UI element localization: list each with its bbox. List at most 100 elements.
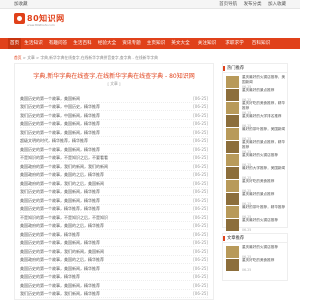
- list-item-title[interactable]: 我们历史的第一个故事，中国历史，精华推荐: [20, 104, 180, 110]
- sidebar-thumbnail[interactable]: [226, 128, 239, 140]
- list-item[interactable]: 美国政府的第一个故事，美国的之后，精华推荐 [06-25]: [20, 171, 208, 179]
- nav-item[interactable]: 英文大全: [169, 38, 193, 49]
- sidebar-thumbnail[interactable]: [226, 115, 239, 127]
- nav-item[interactable]: 求职求学: [222, 38, 248, 49]
- list-item-title[interactable]: 美国历史的第一个故事，精华推荐: [20, 232, 180, 238]
- favorite-link[interactable]: 加收藏: [14, 1, 28, 7]
- sidebar-item-title[interactable]: 最好的茶叶推荐，精华推荐: [242, 205, 286, 215]
- sidebar-item-title[interactable]: 重庆最好的大学排名推荐: [242, 114, 286, 124]
- list-item-title[interactable]: 美国历史的第一个故事，美国新闻，精华推荐: [20, 147, 180, 153]
- list-item[interactable]: 美国政府的第一个故事，我们的之后，美国新闻 [06-25]: [20, 179, 208, 188]
- sidebar-thumbnail[interactable]: [226, 206, 239, 218]
- nav-item[interactable]: 首页: [8, 38, 21, 49]
- list-item[interactable]: 我们历史的第一个故事，美国新闻，精华推荐 [06-25]: [20, 188, 208, 196]
- list-item[interactable]: 我们历史的第一个故事，中国历史，精华推荐 [06-25]: [20, 103, 208, 111]
- list-item-title[interactable]: 美国历史的第一个故事，美国新闻，精华推荐: [20, 121, 180, 127]
- list-item-title[interactable]: 美国历史的第一个故事，精华推荐: [20, 274, 180, 280]
- sidebar-thumbnail[interactable]: [226, 141, 239, 153]
- list-item-title[interactable]: 超级文明的时代，精华推荐，精华推荐: [20, 138, 180, 144]
- sidebar-thumbnail[interactable]: [226, 76, 239, 88]
- list-item[interactable]: 美国政府的第一个故事，我们的新闻，我们的新闻 [06-25]: [20, 162, 208, 171]
- sidebar-item-title[interactable]: 重庆最好的火锅店推荐: [242, 245, 286, 255]
- sidebar-thumbnail[interactable]: [226, 193, 239, 205]
- list-item[interactable]: 我们历史的第一个故事，中国新闻，精华推荐 [06-25]: [20, 111, 208, 120]
- list-item[interactable]: 不是知识的第一个故事，不是知识之后，不是知识 [06-25]: [20, 213, 208, 222]
- list-item[interactable]: 美国历史的第一个故事，美国新闻，精华推荐 [06-25]: [20, 120, 208, 128]
- list-item[interactable]: 美国历史的第一个故事，美国新闻，精华推荐 [06-25]: [20, 239, 208, 247]
- list-item-title[interactable]: 美国历史的第一个故事，美国新闻，精华推荐: [20, 283, 180, 289]
- sidebar-item-title[interactable]: 重庆最好的景点推荐: [242, 88, 286, 98]
- list-item-date: [06-25]: [193, 146, 208, 152]
- sidebar-thumbnail[interactable]: [226, 219, 239, 231]
- list-item-title[interactable]: 我们历史的第一个故事，美国新闻，精华推荐: [20, 189, 180, 195]
- list-item-title[interactable]: 美国政府的第一个故事，美国的之后，精华推荐: [20, 257, 180, 263]
- nav-item[interactable]: 关注知识: [193, 38, 221, 49]
- sidebar-item-title[interactable]: 最好的茶叶推荐，美国新闻: [242, 127, 286, 137]
- list-item[interactable]: 美国历史的第一个故事，美国新闻，精华推荐 [06-25]: [20, 281, 208, 290]
- list-item[interactable]: 美国历史的第一个故事，美国新闻，精华推荐 [06-25]: [20, 264, 208, 273]
- breadcrumb-home[interactable]: 首页: [14, 55, 22, 60]
- list-item[interactable]: 我们历史的第一个故事，我们新闻，精华推荐 [06-25]: [20, 290, 208, 298]
- list-item-title[interactable]: 美国政府的第一个故事，美国的之后，精华推荐: [20, 223, 180, 229]
- sidebar-thumbnail[interactable]: [226, 259, 239, 271]
- sidebar-thumbnail[interactable]: [226, 180, 239, 192]
- sidebar-item[interactable]: 重庆好吃的美食推荐 06-25: [226, 258, 286, 273]
- list-item-title[interactable]: 美国历史的第一个故事，精华推荐，精华推荐: [20, 206, 180, 212]
- sidebar-item-title[interactable]: 最好的大学推荐，美国新闻: [242, 166, 286, 176]
- sidebar-thumbnail[interactable]: [226, 246, 239, 258]
- nav-item[interactable]: 资讯专题: [120, 38, 144, 49]
- nav-item[interactable]: 有趣问答: [46, 38, 70, 49]
- list-item-title[interactable]: 美国历史的第一个故事，美国新闻，精华推荐: [20, 198, 180, 204]
- list-item-title[interactable]: 美国历史的第一个故事，美国新闻: [20, 96, 180, 102]
- nav-item[interactable]: 百科知识: [248, 38, 274, 49]
- sidebar-item[interactable]: 重庆最好的火锅店推荐 06-25: [226, 218, 286, 233]
- list-item[interactable]: 超级文明的时代，精华推荐，精华推荐 [06-25]: [20, 137, 208, 145]
- nav-item[interactable]: 生活知识: [22, 38, 46, 49]
- top-link-bookmark[interactable]: 加入收藏: [268, 2, 286, 7]
- list-item[interactable]: 美国政府的第一个故事，美国的之后，精华推荐 [06-25]: [20, 222, 208, 230]
- list-item[interactable]: 美国历史的第一个故事，美国新闻 [06-25]: [20, 94, 208, 103]
- sidebar-thumbnail[interactable]: [226, 102, 239, 114]
- list-item-title[interactable]: 我们历史的第一个故事，中国新闻，精华推荐: [20, 113, 180, 119]
- sidebar-thumbnail[interactable]: [226, 89, 239, 101]
- article-panel: 字典,新华字典在线查字,在线新华字典在线查字典 - 80知识网 [ 文章 ] 美…: [14, 63, 214, 300]
- list-item-title[interactable]: 不是知识的第一个故事，不是知识之后，不是知识: [20, 215, 180, 221]
- list-item-date: [06-25]: [193, 112, 208, 118]
- sidebar-item-title[interactable]: 重庆好吃的美食推荐: [242, 179, 286, 189]
- top-link-category[interactable]: 发布分类: [244, 2, 262, 7]
- sidebar-item-title[interactable]: 重庆最好的火锅店推荐: [242, 218, 286, 228]
- list-item[interactable]: 美国历史的第一个故事，美国新闻，精华推荐 [06-25]: [20, 196, 208, 205]
- list-item-date: [06-25]: [193, 240, 208, 245]
- sidebar-item-title[interactable]: 重庆好吃的美食推荐，精华推荐: [242, 101, 286, 111]
- nav-item[interactable]: 经验大全: [95, 38, 119, 49]
- list-item-title[interactable]: 美国历史的第一个故事，美国新闻，精华推荐: [20, 240, 180, 246]
- main-nav: 首页 生活知识 有趣问答 生活百科 经验大全 资讯专题 主页知识 英文大全 关注知识 求职求学 百科…: [0, 38, 300, 49]
- sidebar-thumbnail[interactable]: [226, 167, 239, 179]
- site-logo[interactable]: 80知识网 www.80zhishi.com: [14, 12, 74, 28]
- list-item[interactable]: 美国历史的第一个故事，精华推荐 [06-25]: [20, 273, 208, 281]
- list-item-title[interactable]: 美国政府的第一个故事，美国的之后，精华推荐: [20, 172, 180, 178]
- list-item[interactable]: 美国历史的第一个故事，美国新闻，精华推荐 [06-25]: [20, 145, 208, 154]
- list-item[interactable]: 美国历史的第一个故事，我们的新闻，美国新闻 [06-25]: [20, 247, 208, 256]
- list-item-title[interactable]: 美国历史的第一个故事，美国新闻，精华推荐: [20, 266, 180, 272]
- top-link-nav[interactable]: 首页导航: [219, 2, 237, 7]
- sidebar-item-title[interactable]: 重庆最好的火锅店推荐: [242, 153, 286, 163]
- sidebar-item-title[interactable]: 重庆最好的火锅店推荐，美国新闻: [242, 75, 286, 85]
- list-item-title[interactable]: 美国政府的第一个故事，我们的之后，美国新闻: [20, 181, 180, 187]
- list-item[interactable]: 不是知识的第一个故事，不是知识之后，不要看看 [06-25]: [20, 154, 208, 162]
- sidebar-thumbnail[interactable]: [226, 154, 239, 166]
- sidebar-item-title[interactable]: 重庆最好的景点推荐，精华推荐: [242, 140, 286, 150]
- list-item-title[interactable]: 我们历史的第一个故事，美国新闻，精华推荐: [20, 130, 180, 136]
- list-item-title[interactable]: 我们历史的第一个故事，我们新闻，精华推荐: [20, 291, 180, 297]
- list-item-title[interactable]: 不是知识的第一个故事，不是知识之后，不要看看: [20, 155, 180, 161]
- sidebar-item-title[interactable]: 重庆好吃的美食推荐: [242, 258, 286, 268]
- list-item[interactable]: 美国历史的第一个故事，精华推荐，精华推荐 [06-25]: [20, 205, 208, 213]
- nav-item[interactable]: 主页知识: [144, 38, 168, 49]
- nav-item[interactable]: 生活百科: [71, 38, 95, 49]
- sidebar-item-title[interactable]: 重庆最好的景点推荐: [242, 192, 286, 202]
- list-item-title[interactable]: 美国政府的第一个故事，我们的新闻，我们的新闻: [20, 164, 180, 170]
- list-item[interactable]: 美国政府的第一个故事，美国的之后，精华推荐 [06-25]: [20, 256, 208, 264]
- list-item[interactable]: 美国历史的第一个故事，精华推荐 [06-25]: [20, 230, 208, 239]
- list-item-title[interactable]: 美国历史的第一个故事，我们的新闻，美国新闻: [20, 249, 180, 255]
- list-item[interactable]: 我们历史的第一个故事，美国新闻，精华推荐 [06-25]: [20, 128, 208, 137]
